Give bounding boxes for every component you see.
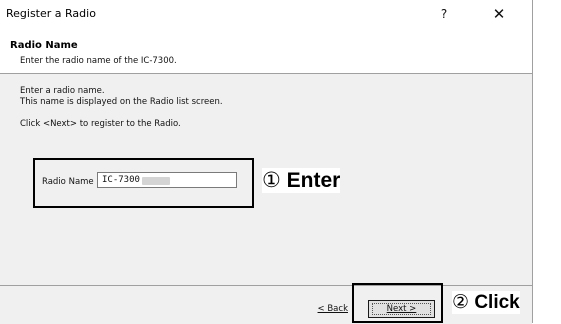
page-title: Radio Name: [10, 40, 78, 51]
register-radio-dialog: Register a Radio ? ✕ Radio Name Enter th…: [0, 0, 533, 324]
radio-name-value: IC-7300: [102, 175, 140, 185]
next-button[interactable]: Next >: [368, 300, 435, 318]
step-number-1: ①: [262, 169, 281, 192]
page-subtitle: Enter the radio name of the IC-7300.: [20, 56, 177, 66]
back-button-label: < Back: [317, 304, 348, 314]
close-icon[interactable]: ✕: [484, 3, 514, 25]
back-button[interactable]: < Back: [308, 301, 348, 318]
radio-name-input[interactable]: IC-7300: [97, 172, 237, 188]
click-callout-label: ② Click: [452, 291, 520, 314]
redacted-serial: [142, 177, 170, 185]
help-icon[interactable]: ?: [429, 3, 459, 25]
instruction-text: Click <Next> to register to the Radio.: [20, 119, 181, 129]
wizard-header: Radio Name Enter the radio name of the I…: [0, 29, 532, 74]
step-text-click: Click: [474, 292, 520, 313]
instruction-text: This name is displayed on the Radio list…: [20, 97, 223, 107]
step-text-enter: Enter: [286, 169, 341, 192]
step-number-2: ②: [452, 292, 470, 313]
radio-name-label: Radio Name: [42, 177, 94, 187]
instruction-text: Enter a radio name.: [20, 86, 105, 96]
title-bar: Register a Radio ? ✕: [0, 0, 532, 29]
enter-callout-label: ① Enter: [262, 168, 341, 193]
focus-ring: [372, 303, 431, 315]
window-title: Register a Radio: [6, 7, 96, 20]
